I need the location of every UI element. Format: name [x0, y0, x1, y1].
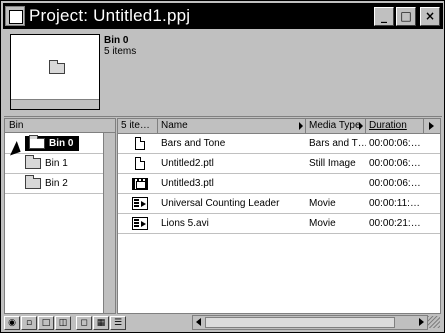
- item-list: Bars and Tone Bars and T… 00:00:06:… Unt…: [118, 134, 440, 234]
- column-header-duration-label: Duration: [369, 120, 407, 131]
- column-header-count[interactable]: 5 ite…: [118, 119, 158, 133]
- resize-grip-icon[interactable]: [428, 316, 440, 328]
- movie-icon: [131, 217, 148, 230]
- scroll-thumb[interactable]: [205, 317, 395, 328]
- row-icon-cell: [118, 137, 158, 150]
- table-row[interactable]: Lions 5.avi Movie 00:00:21:…: [118, 214, 440, 234]
- title-bar[interactable]: Project: Untitled1.ppj _ □ ×: [3, 3, 443, 29]
- bin-item-selected: Bin 0: [25, 135, 80, 151]
- row-duration: 00:00:06:…: [369, 158, 421, 169]
- delete-icon[interactable]: ◫: [55, 315, 71, 330]
- folder-icon: [25, 155, 41, 169]
- minimize-button[interactable]: _: [374, 6, 394, 26]
- row-icon-cell: [118, 217, 158, 230]
- table-row[interactable]: Untitled3.ptl 00:00:06:…: [118, 174, 440, 194]
- row-name: Bars and Tone: [161, 138, 226, 149]
- row-name: Universal Counting Leader: [161, 198, 280, 209]
- folder-icon: [49, 60, 65, 74]
- horizontal-scrollbar[interactable]: [192, 315, 428, 330]
- table-row[interactable]: Bars and Tone Bars and T… 00:00:06:…: [118, 134, 440, 154]
- column-scroll-right-icon[interactable]: [424, 119, 438, 133]
- row-name: Untitled3.ptl: [161, 178, 214, 189]
- row-media-type: Movie: [309, 198, 336, 209]
- column-header-count-label: 5 ite…: [121, 120, 150, 131]
- column-header-media-type-label: Media Type: [309, 120, 361, 131]
- close-button[interactable]: ×: [420, 6, 440, 26]
- row-duration: 00:00:06:…: [369, 138, 421, 149]
- row-icon-cell: [118, 157, 158, 170]
- preview-thumbnail: [10, 34, 100, 110]
- row-duration: 00:00:11:…: [369, 198, 420, 209]
- document-icon: [134, 157, 145, 170]
- thumbnail-controller[interactable]: [11, 99, 99, 109]
- preview-item-count: 5 items: [104, 46, 137, 57]
- project-window: Project: Untitled1.ppj _ □ × Bin 0 5 ite…: [0, 0, 445, 333]
- bin-item[interactable]: Bin 1: [5, 154, 103, 174]
- app-icon[interactable]: [5, 6, 25, 26]
- column-header-bar: 5 ite… Name Media Type Duration: [118, 119, 440, 134]
- bin-list: Bin 0 Bin 1 Bin 2: [5, 134, 103, 194]
- maximize-button[interactable]: □: [396, 6, 416, 26]
- bin-item-label: Bin 0: [49, 138, 74, 149]
- icon-view-icon[interactable]: ◻: [76, 315, 92, 330]
- preview-bin-name: Bin 0: [104, 35, 129, 46]
- bin-item-label: Bin 1: [45, 158, 68, 169]
- column-header-name[interactable]: Name: [158, 119, 306, 133]
- column-header-name-label: Name: [161, 120, 188, 131]
- folder-icon: [29, 135, 45, 149]
- table-row[interactable]: Untitled2.ptl Still Image 00:00:06:…: [118, 154, 440, 174]
- bin-pane-scrollbar[interactable]: [103, 133, 115, 313]
- bin-pane: Bin Bin 0 Bin 1 Bin 2: [4, 118, 116, 314]
- column-header-media-type[interactable]: Media Type: [306, 119, 366, 133]
- row-duration: 00:00:06:…: [369, 178, 421, 189]
- scroll-left-icon[interactable]: [196, 318, 201, 326]
- window-title: Project: Untitled1.ppj: [29, 6, 191, 25]
- row-media-type: Movie: [309, 218, 336, 229]
- thumbnail-view-icon[interactable]: ▦: [93, 315, 109, 330]
- bottom-toolbar: ◉ ▫ □ ◫ ◻ ▦ ☰: [4, 315, 442, 330]
- sort-triangle-icon: [359, 122, 363, 130]
- sort-triangle-icon: [299, 122, 303, 130]
- row-icon-cell: [118, 197, 158, 210]
- document-icon: [134, 137, 145, 150]
- row-duration: 00:00:21:…: [369, 218, 421, 229]
- row-media-type: Bars and T…: [309, 138, 366, 149]
- row-icon-cell: [118, 177, 158, 190]
- row-name: Lions 5.avi: [161, 218, 209, 229]
- items-pane: 5 ite… Name Media Type Duration Bars and…: [117, 118, 441, 314]
- bin-item[interactable]: Bin 2: [5, 174, 103, 194]
- movie-icon: [131, 197, 148, 210]
- bin-item-label: Bin 2: [45, 178, 68, 189]
- bin-item[interactable]: Bin 0: [5, 134, 103, 159]
- folder-icon: [25, 175, 41, 189]
- column-header-duration[interactable]: Duration: [366, 119, 424, 133]
- bin-column-header[interactable]: Bin: [5, 119, 115, 133]
- row-name: Untitled2.ptl: [161, 158, 214, 169]
- list-view-icon[interactable]: ☰: [110, 315, 126, 330]
- new-item-icon[interactable]: □: [38, 315, 54, 330]
- row-media-type: Still Image: [309, 158, 356, 169]
- new-bin-icon[interactable]: ▫: [21, 315, 37, 330]
- table-row[interactable]: Universal Counting Leader Movie 00:00:11…: [118, 194, 440, 214]
- preview-area: Bin 0 5 items: [4, 31, 442, 117]
- filmstrip-icon: [131, 177, 148, 190]
- find-icon[interactable]: ◉: [4, 315, 20, 330]
- scroll-right-icon[interactable]: [419, 318, 424, 326]
